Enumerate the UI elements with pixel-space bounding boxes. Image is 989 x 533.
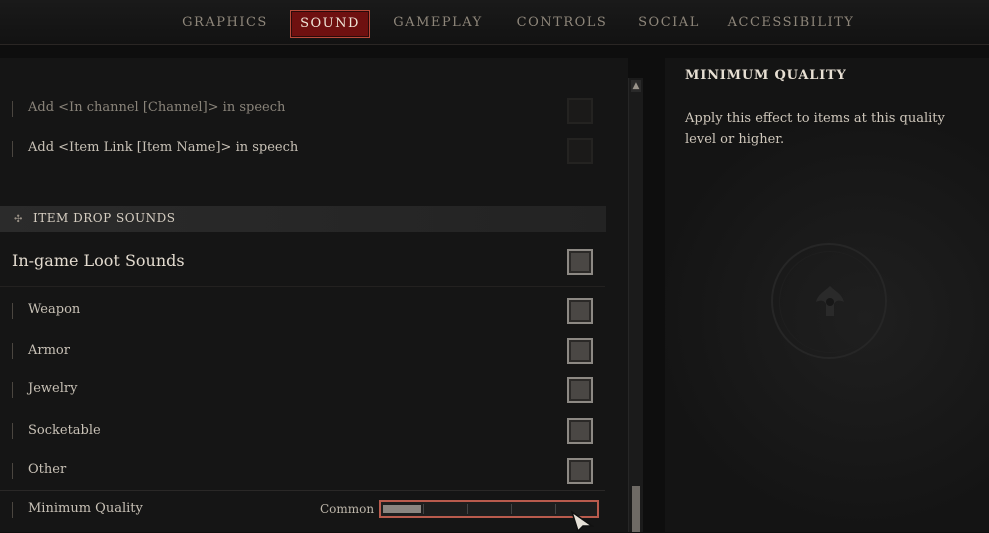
loot-row-armor[interactable]: Armor xyxy=(0,336,605,366)
row-tick xyxy=(12,423,13,439)
loot-row-label: Other xyxy=(28,462,67,477)
row-tick xyxy=(12,343,13,359)
tab-social[interactable]: SOCIAL xyxy=(634,10,704,36)
quality-value-label: Common xyxy=(320,502,375,516)
speech-item-link-checkbox[interactable] xyxy=(567,138,593,164)
loot-row-label: Socketable xyxy=(28,423,101,438)
other-checkbox[interactable] xyxy=(567,458,593,484)
speech-row-label: Add <Item Link [Item Name]> in speech xyxy=(28,140,299,155)
armor-checkbox[interactable] xyxy=(567,338,593,364)
scroll-thumb[interactable] xyxy=(632,486,640,532)
tab-accessibility[interactable]: ACCESSIBILITY xyxy=(726,10,856,36)
row-tick xyxy=(12,141,13,157)
minimum-quality-label: Minimum Quality xyxy=(28,501,143,516)
row-tick xyxy=(12,101,13,117)
speech-row-item-link[interactable]: Add <Item Link [Item Name]> in speech xyxy=(0,135,605,164)
info-title: MINIMUM QUALITY xyxy=(685,68,847,83)
emblem-icon xyxy=(771,243,887,359)
speech-row-label: Add <In channel [Channel]> in speech xyxy=(28,100,286,115)
slider-fill xyxy=(383,505,421,513)
speech-channel-checkbox[interactable] xyxy=(567,98,593,124)
tab-controls[interactable]: CONTROLS xyxy=(512,10,612,36)
slider-segment xyxy=(511,504,512,514)
settings-scrollbar[interactable]: ▲ xyxy=(628,78,643,532)
mouse-cursor-icon xyxy=(570,510,594,532)
socketable-checkbox[interactable] xyxy=(567,418,593,444)
loot-row-label: Armor xyxy=(28,343,70,358)
row-tick xyxy=(12,382,13,398)
loot-row-label: Weapon xyxy=(28,302,81,317)
loot-row-label: Jewelry xyxy=(28,381,78,396)
loot-row-weapon[interactable]: Weapon xyxy=(0,296,605,326)
loot-sounds-checkbox[interactable] xyxy=(567,249,593,275)
scroll-up-arrow-icon[interactable]: ▲ xyxy=(631,80,641,92)
tab-gameplay[interactable]: GAMEPLAY xyxy=(386,10,490,36)
loot-sounds-row[interactable]: In-game Loot Sounds xyxy=(0,241,605,287)
section-header-item-drop-sounds: ✣ ITEM DROP SOUNDS xyxy=(0,206,606,232)
row-tick xyxy=(12,303,13,319)
info-panel: MINIMUM QUALITY Apply this effect to ite… xyxy=(665,58,989,532)
loot-sounds-label: In-game Loot Sounds xyxy=(12,251,185,270)
section-title: ITEM DROP SOUNDS xyxy=(33,211,176,225)
diamond-icon: ✣ xyxy=(14,214,23,225)
slider-segment xyxy=(555,504,556,514)
minimum-quality-slider[interactable] xyxy=(379,500,599,518)
weapon-checkbox[interactable] xyxy=(567,298,593,324)
tab-graphics[interactable]: GRAPHICS xyxy=(176,10,274,36)
divider xyxy=(0,286,605,287)
info-description: Apply this effect to items at this quali… xyxy=(685,111,945,147)
tab-sound[interactable]: SOUND xyxy=(290,10,370,38)
loot-row-other[interactable]: Other xyxy=(0,456,605,486)
jewelry-checkbox[interactable] xyxy=(567,377,593,403)
row-tick xyxy=(12,463,13,479)
settings-tab-bar: GRAPHICS SOUND GAMEPLAY CONTROLS SOCIAL … xyxy=(0,0,989,45)
slider-segment xyxy=(423,504,424,514)
loot-row-socketable[interactable]: Socketable xyxy=(0,416,605,446)
row-tick xyxy=(12,502,13,518)
loot-row-jewelry[interactable]: Jewelry xyxy=(0,375,605,405)
slider-segment xyxy=(467,504,468,514)
speech-row-channel[interactable]: Add <In channel [Channel]> in speech xyxy=(0,96,605,124)
